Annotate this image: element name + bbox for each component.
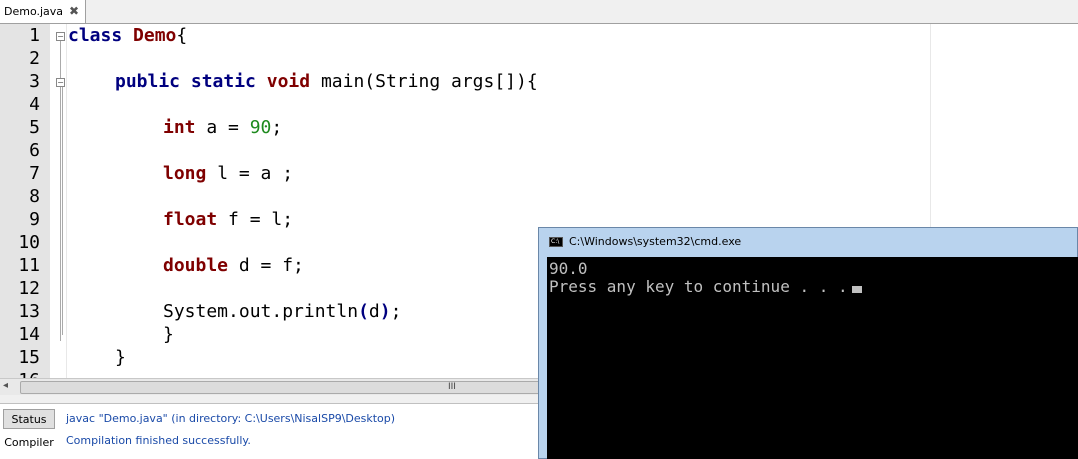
compiler-message[interactable]: javac "Demo.java" (in directory: C:\User…: [66, 412, 395, 425]
line-number: 12: [18, 278, 40, 299]
line-number: 13: [18, 301, 40, 322]
code-line-5: int a = 90;: [163, 117, 283, 138]
code-line-11: double d = f;: [163, 255, 304, 276]
compiler-message[interactable]: Compilation finished successfully.: [66, 434, 251, 447]
line-number: 10: [18, 232, 40, 253]
line-number: 7: [29, 163, 40, 184]
fold-guide: [62, 87, 63, 335]
cmd-title-bar[interactable]: C:\ C:\Windows\system32\cmd.exe: [539, 228, 1077, 255]
code-line-9: float f = l;: [163, 209, 294, 230]
line-number: 2: [29, 48, 40, 69]
code-line-13: System.out.println(d);: [163, 301, 402, 322]
tab-title: Demo.java: [4, 5, 64, 18]
fold-toggle-icon[interactable]: −: [56, 32, 65, 41]
console-line: 90.0: [549, 259, 588, 278]
line-number: 15: [18, 347, 40, 368]
console-output[interactable]: 90.0 Press any key to continue . . .: [547, 257, 1078, 459]
line-number: 9: [29, 209, 40, 230]
line-number: 8: [29, 186, 40, 207]
tab-demo-java[interactable]: Demo.java ✖: [0, 0, 86, 23]
code-line-3: public static void main(String args[]){: [115, 71, 538, 92]
close-icon[interactable]: ✖: [69, 0, 79, 23]
scroll-left-icon[interactable]: ◂: [3, 380, 8, 391]
tab-status[interactable]: Status: [3, 409, 55, 429]
tab-compiler[interactable]: Compiler: [3, 433, 55, 453]
fold-toggle-icon[interactable]: −: [56, 78, 65, 87]
cmd-window[interactable]: C:\ C:\Windows\system32\cmd.exe 90.0 Pre…: [538, 227, 1078, 459]
fold-margin: − −: [50, 24, 67, 378]
line-number: 4: [29, 94, 40, 115]
line-number: 1: [29, 25, 40, 46]
line-number-gutter: 1 2 3 4 5 6 7 8 9 10 11 12 13 14 15 16: [0, 24, 51, 378]
line-number: 11: [18, 255, 40, 276]
line-number: 3: [29, 71, 40, 92]
tab-bar: Demo.java ✖: [0, 0, 1078, 24]
scrollbar-grip: III: [448, 382, 456, 392]
code-line-7: long l = a ;: [163, 163, 294, 184]
code-line-14: }: [163, 324, 174, 345]
text-cursor: [851, 286, 862, 293]
code-line-1: class Demo{: [68, 25, 188, 46]
window-title: C:\Windows\system32\cmd.exe: [569, 235, 742, 248]
console-line: Press any key to continue . . .: [549, 277, 862, 296]
line-number: 5: [29, 117, 40, 138]
code-line-15: }: [115, 347, 126, 368]
line-number: 16: [0, 370, 40, 378]
line-number: 14: [18, 324, 40, 345]
console-icon: C:\: [549, 237, 563, 247]
line-number: 6: [29, 140, 40, 161]
